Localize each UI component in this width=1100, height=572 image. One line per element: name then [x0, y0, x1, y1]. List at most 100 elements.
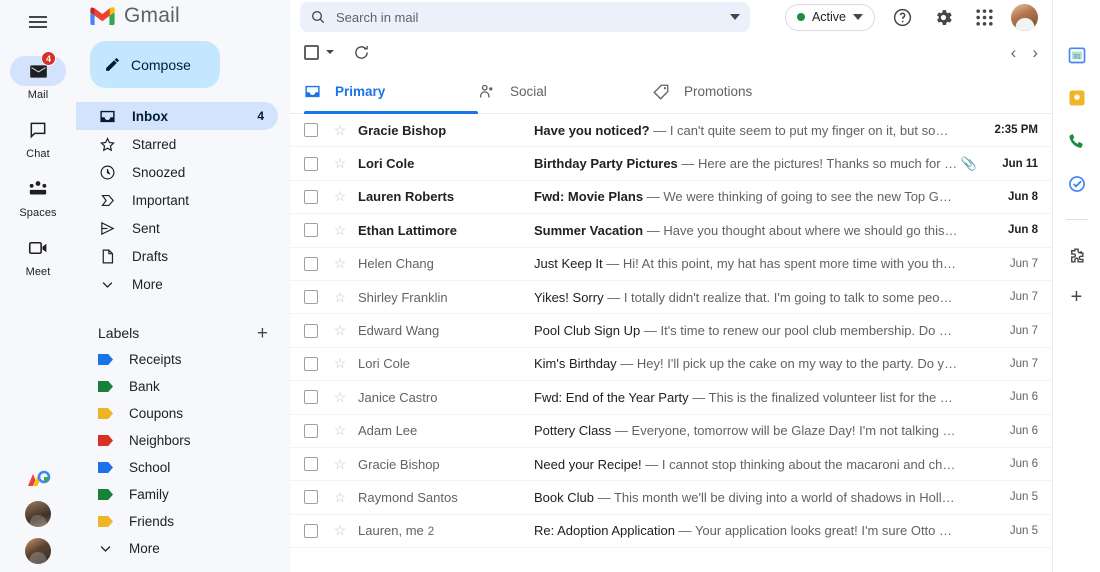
sidebar-item-starred[interactable]: Starred [76, 130, 278, 158]
table-row[interactable]: ☆ Gracie Bishop Need your Recipe! — I cann… [290, 447, 1052, 482]
mail-icon: 4 [10, 51, 66, 86]
row-checkbox[interactable] [304, 256, 318, 271]
row-subject: Summer Vacation [534, 222, 644, 238]
tab-promotions[interactable]: Promotions [652, 70, 826, 113]
gear-icon[interactable] [929, 3, 957, 31]
row-date: Jun 6 [1009, 458, 1038, 471]
star-icon[interactable]: ☆ [329, 289, 351, 306]
chevron-left-icon[interactable]: ‹ [1011, 44, 1017, 61]
table-row[interactable]: ☆ Shirley Franklin Yikes! Sorry — I totall… [290, 280, 1052, 315]
row-checkbox[interactable] [304, 189, 318, 204]
star-icon[interactable]: ☆ [329, 389, 351, 406]
star-icon[interactable]: ☆ [329, 122, 351, 139]
rail-item-mail[interactable]: 4 Mail [6, 51, 70, 101]
select-chevron-down-icon[interactable] [326, 50, 334, 54]
label-item-bank[interactable]: Bank [76, 373, 290, 400]
apps-grid-icon[interactable] [970, 3, 998, 31]
row-checkbox[interactable] [304, 290, 318, 305]
label-item-school[interactable]: School [76, 454, 290, 481]
table-row[interactable]: ☆ Gracie Bishop Have you noticed? — I can'… [290, 114, 1052, 148]
keep-icon[interactable] [1066, 87, 1088, 109]
mail-unread-badge: 4 [41, 51, 56, 66]
status-badge[interactable]: Active [784, 3, 875, 31]
tag-icon [98, 435, 113, 446]
rail-item-chat[interactable]: Chat [6, 115, 70, 160]
help-question-icon[interactable] [888, 3, 916, 31]
row-checkbox[interactable] [304, 423, 318, 438]
rail-item-meet[interactable]: Meet [6, 233, 70, 278]
table-row[interactable]: ☆ Lori Cole Birthday Party Pictures — Here… [290, 147, 1052, 181]
sidebar-item-important[interactable]: Important [76, 186, 278, 214]
label-item-family[interactable]: Family [76, 481, 290, 508]
sidebar-item-sent[interactable]: Sent [76, 214, 278, 242]
search-input[interactable] [336, 9, 720, 25]
chevron-right-icon[interactable]: › [1032, 44, 1038, 61]
table-row[interactable]: ☆ Edward Wang Pool Club Sign Up — It's tim… [290, 314, 1052, 348]
table-row[interactable]: ☆ Lauren Roberts Fwd: Movie Plans — We wer… [290, 180, 1052, 215]
sidebar-item-drafts[interactable]: Drafts [76, 242, 278, 270]
row-snippet: I cannot stop thinking about the macaron… [661, 456, 958, 472]
compose-label: Compose [131, 56, 191, 73]
star-icon[interactable]: ☆ [329, 456, 351, 473]
star-icon[interactable]: ☆ [329, 255, 351, 272]
star-icon[interactable]: ☆ [329, 155, 351, 172]
calendar-icon[interactable]: 31 [1066, 44, 1088, 66]
sidebar-item-more[interactable]: More [76, 270, 278, 298]
google-colors-icon[interactable] [25, 468, 51, 490]
table-row[interactable]: ☆ Ethan Lattimore Summer Vacation — Have y… [290, 214, 1052, 248]
addons-puzzle-icon[interactable] [1066, 244, 1088, 266]
row-checkbox[interactable] [304, 390, 318, 405]
star-icon[interactable]: ☆ [329, 222, 351, 239]
star-icon[interactable]: ☆ [329, 522, 351, 539]
hamburger-menu-icon[interactable] [18, 2, 58, 42]
chevron-down-icon[interactable] [853, 14, 863, 20]
label-item-receipts[interactable]: Receipts [76, 346, 290, 373]
plus-icon[interactable]: + [257, 324, 268, 343]
row-checkbox[interactable] [304, 223, 318, 238]
labels-header: Labels + [76, 320, 290, 346]
table-row[interactable]: ☆ Adam Lee Pottery Class — Everyone, tomor… [290, 414, 1052, 448]
select-all-checkbox[interactable] [304, 44, 319, 60]
star-icon[interactable]: ☆ [329, 422, 351, 439]
contact-avatar-2[interactable] [25, 538, 51, 564]
labels-list: Receipts Bank Coupons Neighbors School F… [76, 346, 290, 562]
star-icon[interactable]: ☆ [329, 188, 351, 205]
search-options-chevron-down-icon[interactable] [730, 14, 740, 20]
label-item-friends[interactable]: Friends [76, 508, 290, 535]
label-text: Friends [129, 514, 175, 529]
star-icon[interactable]: ☆ [329, 489, 351, 506]
label-item-neighbors[interactable]: Neighbors [76, 427, 290, 454]
row-sender: Lauren Roberts [358, 189, 455, 205]
row-checkbox[interactable] [304, 156, 318, 171]
plus-icon[interactable]: + [1071, 287, 1083, 307]
table-row[interactable]: ☆ Lori Cole Kim's Birthday — Hey! I'll pic… [290, 347, 1052, 382]
tasks-icon[interactable] [1066, 173, 1088, 195]
star-icon[interactable]: ☆ [329, 322, 351, 339]
row-checkbox[interactable] [304, 523, 318, 538]
sidebar-item-snoozed[interactable]: Snoozed [76, 158, 278, 186]
row-checkbox[interactable] [304, 457, 318, 472]
rail-item-spaces[interactable]: Spaces [6, 174, 70, 219]
table-row[interactable]: ☆ Janice Castro Fwd: End of the Year Party… [290, 381, 1052, 415]
search-bar[interactable] [300, 2, 750, 32]
refresh-icon[interactable] [347, 38, 375, 66]
row-checkbox[interactable] [304, 123, 318, 138]
star-icon[interactable]: ☆ [329, 355, 351, 372]
tab-primary[interactable]: Primary [304, 70, 478, 114]
row-checkbox[interactable] [304, 356, 318, 371]
tab-social[interactable]: Social [478, 70, 652, 113]
gmail-brand[interactable]: Gmail [76, 0, 290, 32]
row-checkbox[interactable] [304, 490, 318, 505]
sidebar-item-inbox[interactable]: Inbox 4 [76, 102, 278, 130]
contact-avatar-1[interactable] [25, 501, 51, 527]
table-row[interactable]: ☆ Helen Chang Just Keep It — Hi! At this p… [290, 247, 1052, 281]
compose-button[interactable]: Compose [90, 41, 220, 88]
table-row[interactable]: ☆ Lauren, me 2 Re: Adoption Application — Y… [290, 514, 1052, 549]
row-snippet: Have you thought about where we should g… [663, 222, 958, 238]
account-avatar[interactable] [1011, 3, 1038, 31]
table-row[interactable]: ☆ Raymond Santos Book Club — This month we… [290, 481, 1052, 515]
label-item-coupons[interactable]: Coupons [76, 400, 290, 427]
contacts-phone-icon[interactable] [1066, 130, 1088, 152]
row-checkbox[interactable] [304, 323, 318, 338]
labels-more-item[interactable]: More [76, 535, 290, 562]
